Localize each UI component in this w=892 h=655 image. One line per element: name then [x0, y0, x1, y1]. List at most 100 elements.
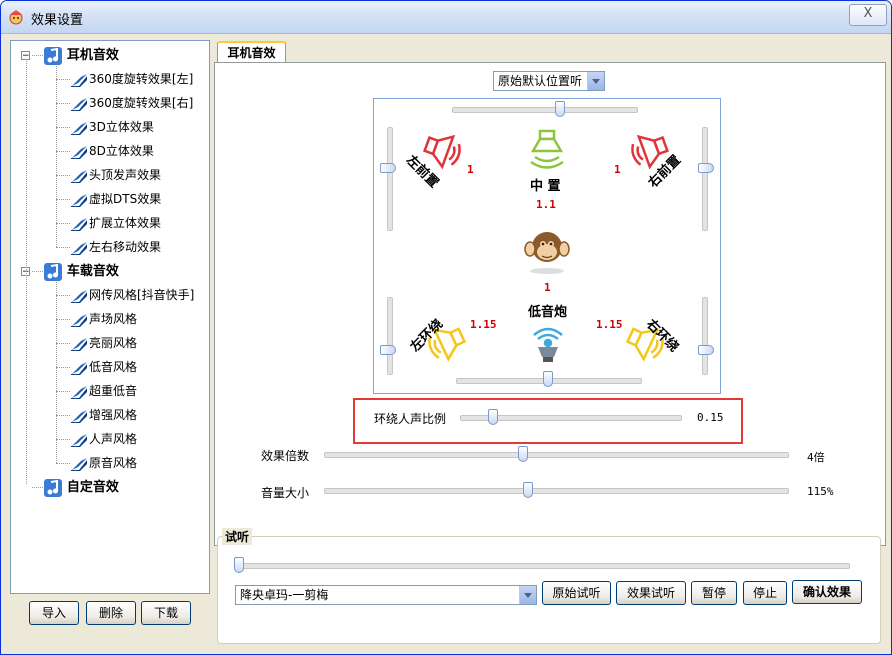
tree-connector [32, 487, 43, 488]
song-select[interactable]: 降央卓玛-一剪梅 [235, 585, 537, 605]
effect-tree[interactable]: − 耳机音效 360度旋转效果[左] 360度旋转效果[右] 3D立体效果 8D立体效果… [10, 40, 210, 594]
delete-button[interactable]: 删除 [86, 601, 136, 625]
tree-item-label: 虚拟DTS效果 [89, 192, 162, 206]
app-logo-icon [9, 10, 23, 25]
tree-item[interactable]: 扩展立体效果 [69, 212, 161, 234]
tree-group-label: 耳机音效 [66, 48, 119, 63]
tab-panel: 原始默认位置听 左前置 1 中 置 1.1 右前置 1 1 左环绕 1.15 低… [214, 62, 886, 546]
effect-multiplier-track[interactable] [324, 452, 789, 458]
speaker-layout: 左前置 1 中 置 1.1 右前置 1 1 左环绕 1.15 低音炮 右环绕 1… [373, 98, 721, 394]
surround-left-level-thumb[interactable] [380, 345, 396, 355]
original-preview-button[interactable]: 原始试听 [542, 581, 611, 605]
client-area: − 耳机音效 360度旋转效果[左] 360度旋转效果[右] 3D立体效果 8D立体效果… [4, 34, 890, 652]
front-left-value: 1 [467, 163, 474, 176]
close-button[interactable]: X [849, 4, 887, 26]
bottom-balance-thumb[interactable] [543, 371, 553, 387]
effect-settings-window: 效果设置 X − 耳机音效 360度旋转效果[左] 360度旋转效果[右] 3D立体效… [0, 0, 892, 655]
effect-multiplier-label: 效果倍数 [261, 449, 310, 463]
volume-thumb[interactable] [522, 482, 533, 498]
music-note-icon [69, 120, 89, 135]
pause-button[interactable]: 暂停 [691, 581, 737, 605]
surround-left-value: 1.15 [470, 318, 497, 331]
tree-connector [56, 223, 70, 224]
tree-group-1[interactable]: 车载音效 [43, 260, 119, 282]
preview-group-title: 试听 [222, 528, 253, 545]
stop-button[interactable]: 停止 [743, 581, 787, 605]
confirm-effect-button[interactable]: 确认效果 [792, 580, 862, 604]
tree-item[interactable]: 网传风格[抖音快手] [69, 284, 194, 306]
front-right-level-track[interactable] [702, 127, 708, 231]
music-note-icon [69, 144, 89, 159]
position-preset-value: 原始默认位置听 [498, 74, 583, 88]
tree-group-label: 车载音效 [66, 264, 119, 279]
tree-connector [56, 103, 70, 104]
tree-connector [56, 367, 70, 368]
music-note-icon [69, 408, 89, 423]
tree-connector [56, 415, 70, 416]
tree-connector [56, 282, 57, 463]
tree-item[interactable]: 超重低音 [69, 380, 137, 402]
subwoofer-speaker-icon[interactable] [528, 321, 568, 363]
tree-item[interactable]: 360度旋转效果[右] [69, 92, 193, 114]
tree-item[interactable]: 人声风格 [69, 428, 137, 450]
tree-group-0[interactable]: 耳机音效 [43, 44, 119, 66]
volume-track[interactable] [324, 488, 789, 494]
tree-item[interactable]: 声场风格 [69, 308, 137, 330]
music-note-icon [69, 240, 89, 255]
tree-item-label: 低音风格 [89, 360, 138, 374]
tree-item-label: 360度旋转效果[右] [89, 96, 194, 110]
surround-left-level-track[interactable] [387, 297, 393, 375]
window-title: 效果设置 [31, 13, 84, 28]
tree-connector [56, 463, 70, 464]
music-note-icon [69, 96, 89, 111]
tree-connector [56, 151, 70, 152]
surround-right-level-track[interactable] [702, 297, 708, 375]
tab-headphone-effects[interactable]: 耳机音效 [217, 41, 286, 63]
music-note-icon [69, 168, 89, 183]
tree-connector [56, 247, 70, 248]
music-note-icon [69, 312, 89, 327]
import-button[interactable]: 导入 [29, 601, 79, 625]
top-balance-track[interactable] [452, 107, 638, 113]
chevron-down-icon[interactable] [587, 72, 604, 90]
surround-right-value: 1.15 [596, 318, 623, 331]
chevron-down-icon[interactable] [519, 586, 536, 604]
preview-progress-thumb[interactable] [234, 557, 244, 573]
tree-group-2[interactable]: 自定音效 [43, 476, 119, 498]
front-left-level-track[interactable] [387, 127, 393, 231]
front-left-level-thumb[interactable] [380, 163, 396, 173]
tree-item-label: 网传风格[抖音快手] [89, 288, 195, 302]
music-note-icon [69, 336, 89, 351]
tree-item[interactable]: 头顶发声效果 [69, 164, 161, 186]
position-preset-select[interactable]: 原始默认位置听 [493, 71, 605, 91]
tree-item-label: 超重低音 [89, 384, 138, 398]
tree-item[interactable]: 低音风格 [69, 356, 137, 378]
preview-progress-track[interactable] [236, 563, 850, 569]
tree-item-label: 原音风格 [89, 456, 138, 470]
title-bar[interactable]: 效果设置 X [1, 1, 891, 34]
tree-item[interactable]: 左右移动效果 [69, 236, 161, 258]
tree-item-label: 亮丽风格 [89, 336, 138, 350]
tree-group-label: 自定音效 [66, 480, 119, 495]
tree-item[interactable]: 虚拟DTS效果 [69, 188, 161, 210]
center-speaker-icon[interactable] [529, 129, 565, 171]
center-label: 中 置 [530, 179, 561, 194]
effect-preview-button[interactable]: 效果试听 [616, 581, 686, 605]
effect-multiplier-thumb[interactable] [518, 446, 529, 462]
tree-connector [56, 439, 70, 440]
listener-monkey-icon [524, 232, 570, 274]
song-select-value: 降央卓玛-一剪梅 [240, 588, 329, 602]
effect-multiplier-value: 4倍 [807, 451, 825, 464]
tree-item-label: 头顶发声效果 [89, 168, 162, 182]
tree-item[interactable]: 8D立体效果 [69, 140, 154, 162]
tree-item[interactable]: 3D立体效果 [69, 116, 154, 138]
tree-item[interactable]: 360度旋转效果[左] [69, 68, 193, 90]
download-button[interactable]: 下载 [141, 601, 191, 625]
surround-right-level-thumb[interactable] [698, 345, 714, 355]
tree-item[interactable]: 原音风格 [69, 452, 137, 474]
tree-item[interactable]: 亮丽风格 [69, 332, 137, 354]
tree-item[interactable]: 增强风格 [69, 404, 137, 426]
tree-connector [56, 127, 70, 128]
front-right-level-thumb[interactable] [698, 163, 714, 173]
top-balance-thumb[interactable] [555, 101, 565, 117]
